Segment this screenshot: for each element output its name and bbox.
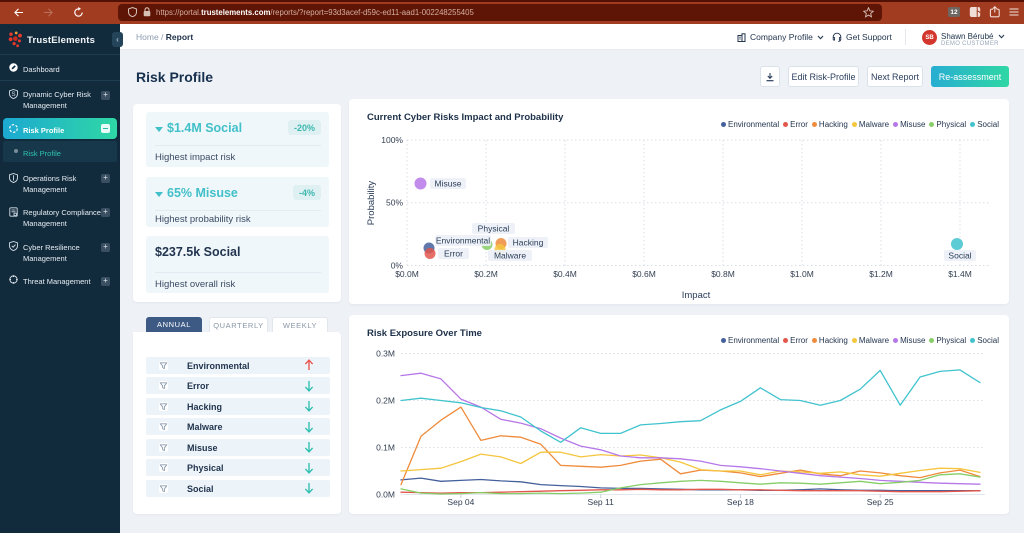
svg-text:0.1M: 0.1M — [376, 443, 395, 453]
svg-text:Misuse: Misuse — [435, 179, 462, 189]
svg-text:Hacking: Hacking — [513, 238, 544, 248]
svg-text:Environmental: Environmental — [436, 236, 490, 246]
svg-text:S: S — [11, 91, 15, 97]
svg-text:$0.0M: $0.0M — [395, 269, 419, 279]
svg-text:Probability: Probability — [366, 181, 377, 226]
svg-text:Sep 11: Sep 11 — [588, 497, 615, 507]
svg-text:Sep 25: Sep 25 — [867, 497, 894, 507]
svg-text:0.2M: 0.2M — [376, 396, 395, 406]
svg-text:0.3M: 0.3M — [376, 349, 395, 359]
svg-text:0.0M: 0.0M — [376, 490, 395, 500]
svg-text:100%: 100% — [381, 135, 403, 145]
svg-text:Sep 04: Sep 04 — [447, 497, 474, 507]
svg-text:Impact: Impact — [682, 290, 711, 301]
svg-text:50%: 50% — [386, 198, 403, 208]
svg-text:Sep 18: Sep 18 — [727, 497, 754, 507]
svg-text:Malware: Malware — [494, 251, 526, 261]
svg-text:Physical: Physical — [478, 224, 510, 234]
svg-text:$0.4M: $0.4M — [553, 269, 577, 279]
svg-text:$0.2M: $0.2M — [474, 269, 498, 279]
svg-text:$0.6M: $0.6M — [632, 269, 656, 279]
svg-text:$1.4M: $1.4M — [948, 269, 972, 279]
svg-text:$0.8M: $0.8M — [711, 269, 735, 279]
svg-text:Social: Social — [948, 251, 971, 261]
svg-text:Error: Error — [444, 249, 463, 259]
svg-text:$1.2M: $1.2M — [869, 269, 893, 279]
svg-text:$1.0M: $1.0M — [790, 269, 814, 279]
